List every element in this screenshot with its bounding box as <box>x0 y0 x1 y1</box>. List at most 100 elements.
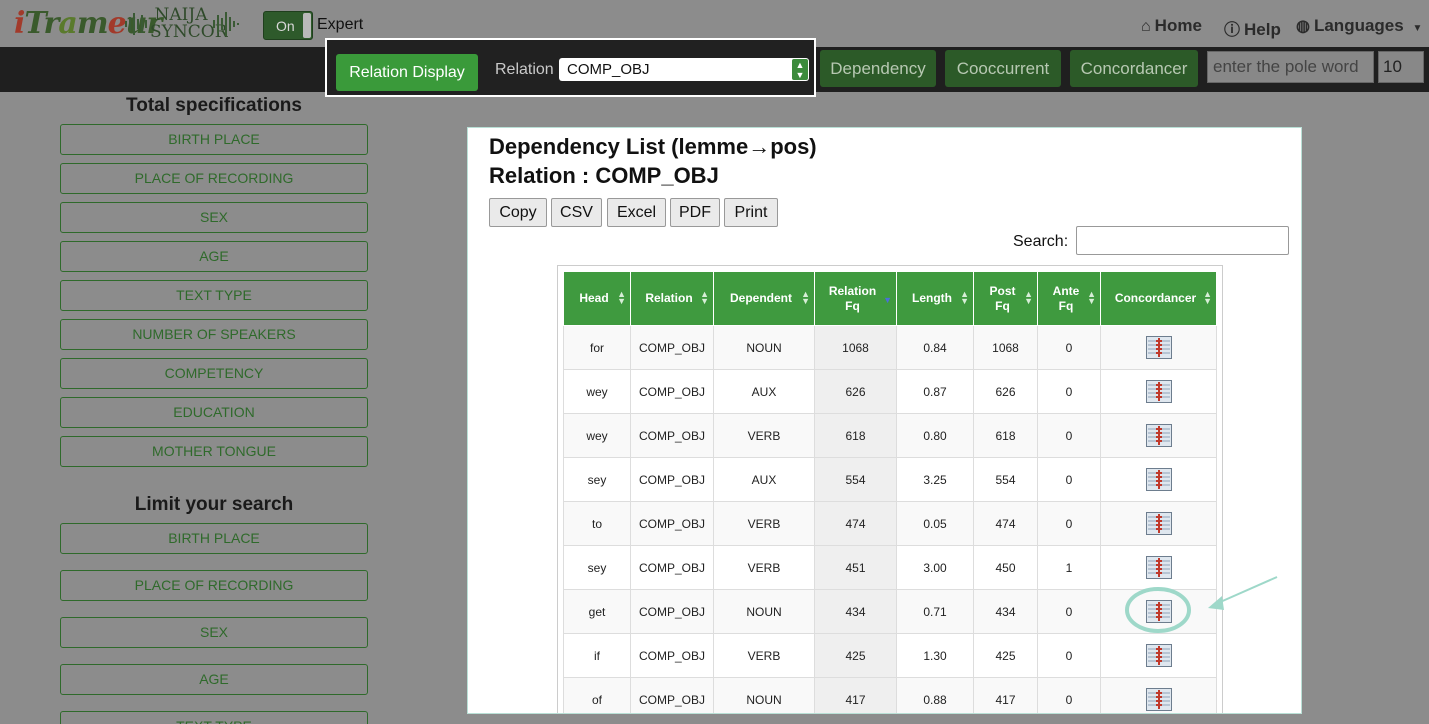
search-label: Search: <box>1013 233 1069 250</box>
table-cell: VERB <box>713 545 815 590</box>
table-cell: 0 <box>1037 589 1101 634</box>
table-row: wey COMP_OBJ AUX 626 0.87 626 0 <box>563 369 1217 414</box>
expert-label: Expert <box>317 16 364 33</box>
excel-button[interactable]: Excel <box>607 198 666 227</box>
table-cell: to <box>563 501 631 546</box>
table-cell: AUX <box>713 369 815 414</box>
table-cell: 417 <box>973 677 1038 713</box>
total-text-type-button[interactable]: TEXT TYPE <box>60 280 368 311</box>
col-dependent[interactable]: Dependent ▲ ▼ <box>713 271 815 326</box>
nav-home[interactable]: ⌂ Home <box>1141 16 1202 36</box>
total-age-button[interactable]: AGE <box>60 241 368 272</box>
col-concordancer[interactable]: Concordancer ▲ ▼ <box>1100 271 1217 326</box>
table-cell: if <box>563 633 631 678</box>
concordancer-icon[interactable] <box>1145 556 1172 579</box>
table-cell: COMP_OBJ <box>630 677 714 713</box>
concordancer-button[interactable]: Concordancer <box>1070 50 1198 87</box>
expert-toggle[interactable]: On <box>263 11 313 40</box>
pole-count-input[interactable]: 10 <box>1378 51 1424 83</box>
dependency-button[interactable]: Dependency <box>820 50 936 87</box>
table-cell: of <box>563 677 631 713</box>
limit-birth-place-button[interactable]: BIRTH PLACE <box>60 523 368 554</box>
copy-button[interactable]: Copy <box>489 198 547 227</box>
concordancer-cell[interactable] <box>1100 325 1217 370</box>
total-sex-button[interactable]: SEX <box>60 202 368 233</box>
table-cell: 0 <box>1037 457 1101 502</box>
table-row: get COMP_OBJ NOUN 434 0.71 434 0 <box>563 589 1217 634</box>
naija-syncor-logo[interactable]: NAIJA SYNCOR <box>124 7 242 41</box>
total-place-of-recording-button[interactable]: PLACE OF RECORDING <box>60 163 368 194</box>
concordancer-cell[interactable] <box>1100 413 1217 458</box>
table-row: to COMP_OBJ VERB 474 0.05 474 0 <box>563 501 1217 546</box>
relation-select-value: COMP_OBJ <box>567 61 650 78</box>
concordancer-icon[interactable] <box>1145 468 1172 491</box>
concordancer-cell[interactable] <box>1100 589 1217 634</box>
concordancer-cell[interactable] <box>1100 677 1217 713</box>
total-specifications-title: Total specifications <box>126 95 302 116</box>
table-cell: 417 <box>814 677 897 713</box>
concordancer-icon[interactable] <box>1145 600 1172 623</box>
limit-place-of-recording-button[interactable]: PLACE OF RECORDING <box>60 570 368 601</box>
nav-help[interactable]: ⓘ Help <box>1224 16 1281 40</box>
sort-icon: ▲ ▼ <box>1087 289 1096 306</box>
dependency-table: Head ▲ ▼ Relation ▲ ▼ Dependent ▲ ▼ Relation F… <box>563 271 1217 713</box>
pdf-button[interactable]: PDF <box>670 198 720 227</box>
relation-display-button[interactable]: Relation Display <box>336 54 478 91</box>
concordancer-icon[interactable] <box>1145 512 1172 535</box>
table-cell: 618 <box>814 413 897 458</box>
concordancer-icon[interactable] <box>1145 688 1172 711</box>
sort-icon: ▲ ▼ <box>1203 289 1212 306</box>
concordancer-cell[interactable] <box>1100 501 1217 546</box>
concordancer-icon[interactable] <box>1145 380 1172 403</box>
concordancer-cell[interactable] <box>1100 457 1217 502</box>
col-ante-fq[interactable]: Ante Fq ▲ ▼ <box>1037 271 1101 326</box>
table-row: if COMP_OBJ VERB 425 1.30 425 0 <box>563 633 1217 678</box>
table-body: for COMP_OBJ NOUN 1068 0.84 1068 0 wey COMP_OBJ A… <box>563 325 1217 713</box>
table-cell: 0.80 <box>896 413 974 458</box>
cooccurrent-button[interactable]: Cooccurrent <box>945 50 1061 87</box>
total-number-of-speakers-button[interactable]: NUMBER OF SPEAKERS <box>60 319 368 350</box>
total-education-button[interactable]: EDUCATION <box>60 397 368 428</box>
toggle-label: On <box>276 18 295 34</box>
col-relation-fq[interactable]: Relation Fq ▼ <box>814 271 897 326</box>
logo2-text: NAIJA SYNCOR <box>150 5 228 42</box>
select-arrows-icon: ▲ ▼ <box>792 59 808 80</box>
table-cell: 434 <box>973 589 1038 634</box>
limit-text-type-button[interactable]: TEXT TYPE <box>60 711 368 724</box>
col-relation[interactable]: Relation ▲ ▼ <box>630 271 714 326</box>
table-cell: sey <box>563 457 631 502</box>
relation-select[interactable]: COMP_OBJ ▲ ▼ <box>559 58 809 81</box>
csv-button[interactable]: CSV <box>551 198 602 227</box>
concordancer-icon[interactable] <box>1145 424 1172 447</box>
table-cell: 0.84 <box>896 325 974 370</box>
table-cell: COMP_OBJ <box>630 633 714 678</box>
table-cell: 425 <box>973 633 1038 678</box>
total-birth-place-button[interactable]: BIRTH PLACE <box>60 124 368 155</box>
col-post-fq[interactable]: Post Fq ▲ ▼ <box>973 271 1038 326</box>
concordancer-cell[interactable] <box>1100 369 1217 414</box>
table-cell: wey <box>563 413 631 458</box>
col-head[interactable]: Head ▲ ▼ <box>563 271 631 326</box>
concordancer-icon[interactable] <box>1145 336 1172 359</box>
print-button[interactable]: Print <box>724 198 778 227</box>
total-competency-button[interactable]: COMPETENCY <box>60 358 368 389</box>
table-cell: NOUN <box>713 677 815 713</box>
concordancer-icon[interactable] <box>1145 644 1172 667</box>
limit-sex-button[interactable]: SEX <box>60 617 368 648</box>
table-cell: COMP_OBJ <box>630 369 714 414</box>
total-mother-tongue-button[interactable]: MOTHER TONGUE <box>60 436 368 467</box>
col-length[interactable]: Length ▲ ▼ <box>896 271 974 326</box>
table-cell: 450 <box>973 545 1038 590</box>
table-cell: AUX <box>713 457 815 502</box>
concordancer-cell[interactable] <box>1100 633 1217 678</box>
table-cell: for <box>563 325 631 370</box>
search-input[interactable] <box>1076 226 1289 255</box>
table-cell: 451 <box>814 545 897 590</box>
table-cell: COMP_OBJ <box>630 325 714 370</box>
table-cell: 474 <box>814 501 897 546</box>
nav-languages[interactable]: ◍ Languages ▼ <box>1296 16 1422 36</box>
limit-age-button[interactable]: AGE <box>60 664 368 695</box>
pole-word-input[interactable]: enter the pole word <box>1207 51 1374 83</box>
chevron-down-icon: ▼ <box>1412 23 1423 34</box>
concordancer-cell[interactable] <box>1100 545 1217 590</box>
